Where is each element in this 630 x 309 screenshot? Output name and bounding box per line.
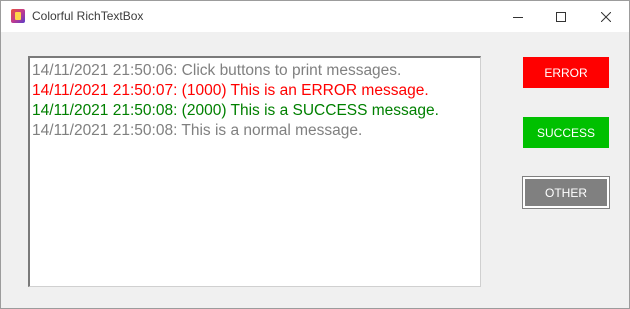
window-title: Colorful RichTextBox [32, 9, 144, 23]
maximize-icon [556, 11, 566, 22]
other-button[interactable]: OTHER [522, 176, 610, 209]
close-icon [601, 11, 611, 22]
minimize-icon [513, 16, 523, 18]
title-bar[interactable]: Colorful RichTextBox [1, 1, 629, 32]
app-icon [11, 9, 25, 23]
log-line: 14/11/2021 21:50:06: Click buttons to pr… [32, 62, 402, 79]
success-button[interactable]: SUCCESS [523, 117, 609, 148]
rich-text-box[interactable]: 14/11/2021 21:50:06: Click buttons to pr… [28, 56, 481, 287]
log-line: 14/11/2021 21:50:08: This is a normal me… [32, 122, 363, 139]
close-button[interactable] [583, 1, 629, 32]
log-line: 14/11/2021 21:50:07: (1000) This is an E… [32, 82, 429, 99]
minimize-button[interactable] [495, 1, 541, 32]
error-button[interactable]: ERROR [523, 57, 609, 88]
log-line: 14/11/2021 21:50:08: (2000) This is a SU… [32, 102, 439, 119]
app-window: Colorful RichTextBox 14/11/2021 21:50:06… [0, 0, 630, 309]
maximize-button[interactable] [538, 1, 584, 32]
